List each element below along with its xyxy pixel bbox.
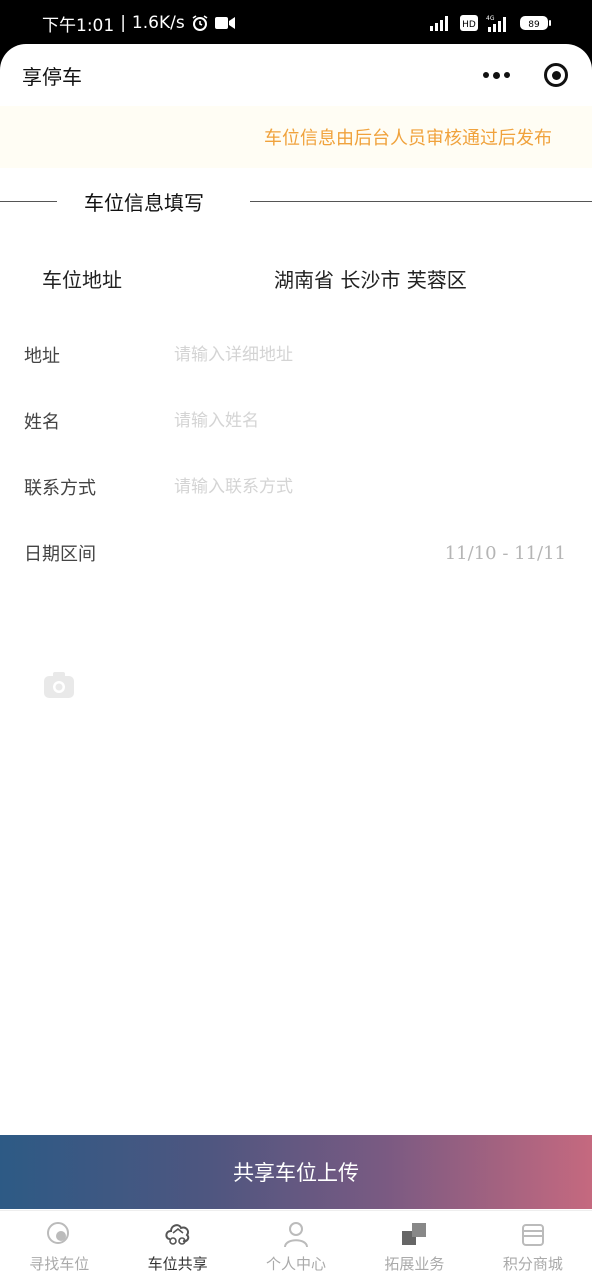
- more-menu-button[interactable]: [483, 71, 510, 79]
- tab-label: 个人中心: [266, 1255, 327, 1273]
- dot-icon: [493, 71, 500, 79]
- contact-input[interactable]: [174, 477, 566, 497]
- hd-icon: HD: [460, 15, 478, 31]
- tab-share-parking[interactable]: 车位共享: [118, 1211, 236, 1282]
- battery-level: 89: [528, 20, 540, 30]
- name-input[interactable]: [174, 411, 566, 431]
- region-picker[interactable]: 湖南省 长沙市 芙蓉区: [274, 264, 467, 293]
- status-divider: |: [120, 13, 126, 33]
- divider-right: [250, 201, 592, 202]
- share-upload-label: 共享车位上传: [233, 1161, 359, 1185]
- share-parking-icon: [164, 1224, 189, 1245]
- user-icon: [284, 1222, 309, 1248]
- svg-text:HD: HD: [462, 20, 476, 30]
- nav-bar: 享停车: [0, 44, 592, 106]
- dot-icon: [504, 72, 510, 78]
- date-range-picker[interactable]: 11/10 - 11/11: [445, 543, 566, 564]
- tab-personal-center[interactable]: 个人中心: [237, 1211, 355, 1282]
- name-label: 姓名: [24, 412, 60, 433]
- divider-left: [0, 201, 57, 202]
- tab-label: 拓展业务: [384, 1255, 445, 1273]
- contact-label: 联系方式: [24, 478, 96, 499]
- target-icon: [551, 70, 561, 80]
- tab-label: 车位共享: [147, 1255, 208, 1273]
- page-title: 享停车: [22, 64, 82, 89]
- tab-label: 积分商城: [502, 1255, 563, 1273]
- alarm-icon: [192, 15, 208, 31]
- svg-text:4G: 4G: [486, 15, 495, 22]
- tab-label: 寻找车位: [29, 1255, 90, 1273]
- app-window: 享停车 车位信息由后台人员审核通过后发布 车位信息填写 车位地址 湖南省 长沙市…: [0, 44, 592, 1282]
- name-row: 姓名: [0, 388, 592, 454]
- signal-icon: [430, 16, 448, 31]
- detail-address-input[interactable]: [174, 345, 566, 365]
- photo-upload-button[interactable]: [42, 670, 76, 700]
- notice-text: 车位信息由后台人员审核通过后发布: [264, 128, 552, 149]
- tab-bar: 寻找车位 车位共享 个人中心 拓展业务 积分商城: [0, 1210, 592, 1282]
- camera-icon: [44, 672, 74, 698]
- section-title: 车位信息填写: [84, 190, 204, 215]
- status-bar: 下午1:01 | 1.6K/s HD 4G 89: [0, 0, 592, 46]
- tab-find-parking[interactable]: 寻找车位: [0, 1211, 118, 1282]
- address-picker-row[interactable]: 车位地址 湖南省 长沙市 芙蓉区: [0, 234, 592, 322]
- date-range-label: 日期区间: [24, 544, 96, 565]
- detail-address-row: 地址: [0, 322, 592, 388]
- shop-icon: [521, 1224, 544, 1246]
- capsule-actions: [483, 63, 568, 87]
- tab-points-mall[interactable]: 积分商城: [474, 1211, 592, 1282]
- business-icon: [402, 1223, 427, 1245]
- section-header: 车位信息填写: [0, 168, 592, 234]
- close-miniprogram-button[interactable]: [544, 63, 568, 87]
- status-time: 下午1:01: [42, 15, 115, 36]
- network-speed: 1.6K/s: [131, 13, 185, 33]
- signal-4g-icon: 4G: [486, 15, 506, 32]
- search-parking-icon: [47, 1222, 70, 1244]
- tab-extended-business[interactable]: 拓展业务: [355, 1211, 473, 1282]
- video-icon: [214, 17, 235, 29]
- dot-icon: [483, 72, 489, 78]
- contact-row: 联系方式: [0, 454, 592, 520]
- battery-icon: 89: [520, 16, 551, 30]
- address-label: 车位地址: [42, 267, 122, 292]
- notice-banner: 车位信息由后台人员审核通过后发布: [0, 106, 592, 168]
- detail-address-label: 地址: [24, 346, 60, 367]
- date-range-row[interactable]: 日期区间 11/10 - 11/11: [0, 520, 592, 586]
- share-upload-button[interactable]: 共享车位上传: [0, 1135, 592, 1209]
